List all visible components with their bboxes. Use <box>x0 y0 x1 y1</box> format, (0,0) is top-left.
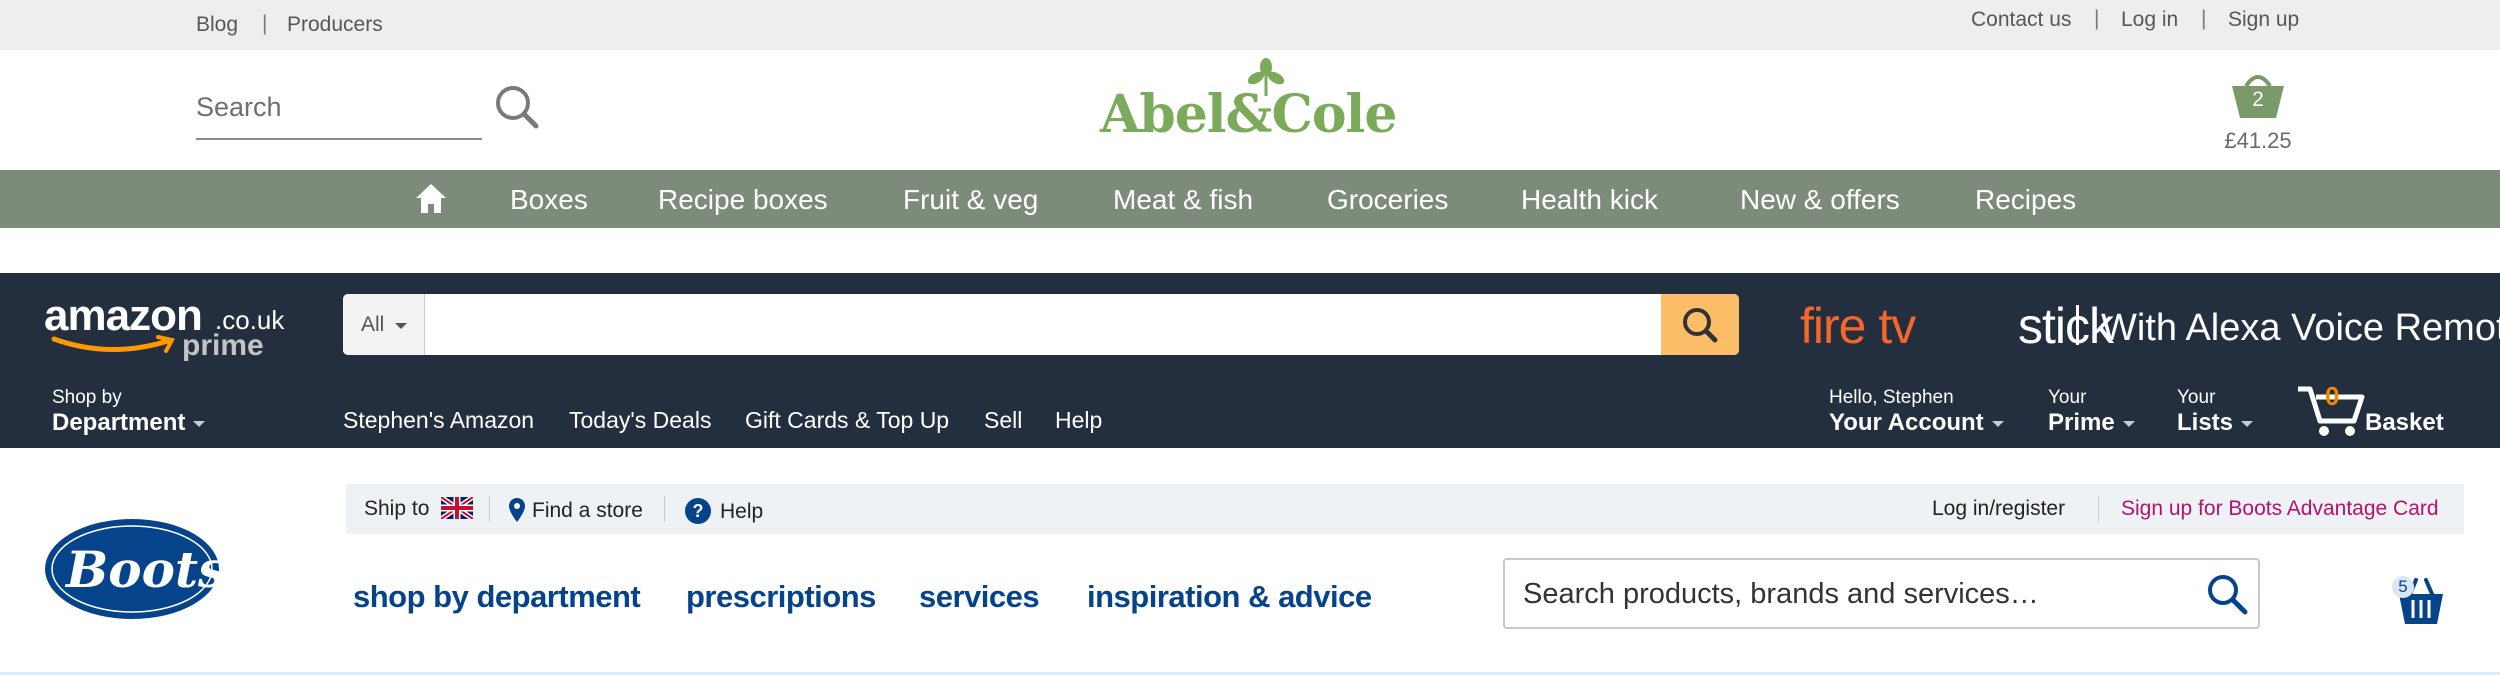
utility-divider <box>489 496 490 522</box>
account-label: Your Account <box>1829 409 2004 437</box>
chevron-down-icon <box>2122 420 2135 427</box>
ac-nav-health-kick[interactable]: Health kick <box>1521 184 1658 216</box>
chevron-down-icon <box>2241 420 2254 427</box>
login-register-link[interactable]: Log in/register <box>1932 497 2065 521</box>
help-link[interactable]: ? Help <box>684 497 763 525</box>
chevron-down-icon <box>193 420 206 427</box>
shop-by-line1: Shop by <box>52 387 122 408</box>
lists-label: Lists <box>2177 409 2254 437</box>
ac-nav-boxes[interactable]: Boxes <box>510 184 588 216</box>
cart-count: 0 <box>2325 381 2340 411</box>
uk-flag-icon <box>439 494 475 522</box>
prime-label: Prime <box>2048 409 2135 437</box>
search-category-label: All <box>361 313 385 336</box>
smile-arrow-icon <box>51 335 176 353</box>
boots-nav-shop-by-department[interactable]: shop by department <box>353 579 641 615</box>
amazon-prime-logo[interactable]: amazon .co.uk prime <box>44 291 294 362</box>
amazon-header: amazon .co.uk prime All fire tv stick Wi… <box>0 273 2500 448</box>
amazon-search-button[interactable] <box>1661 294 1739 355</box>
ac-nav-new-offers[interactable]: New & offers <box>1740 184 1900 216</box>
ac-signup-link[interactable]: Sign up <box>2228 8 2299 32</box>
ac-top-bar: Blog | Producers Contact us | Log in | S… <box>0 0 2500 50</box>
cart-label[interactable]: Basket <box>2365 409 2444 437</box>
ac-search-box <box>196 70 482 140</box>
boots-nav-prescriptions[interactable]: prescriptions <box>686 579 876 615</box>
nav-gift-cards[interactable]: Gift Cards & Top Up <box>745 407 949 434</box>
boots-basket-count: 5 <box>2392 576 2414 598</box>
search-icon[interactable] <box>2205 572 2249 616</box>
nav-stephens-amazon[interactable]: Stephen's Amazon <box>343 407 534 434</box>
ac-login-link[interactable]: Log in <box>2121 8 2178 32</box>
promo-stick: stick <box>2018 298 2114 354</box>
utility-divider <box>2098 496 2099 522</box>
ac-nav-meat-fish[interactable]: Meat & fish <box>1113 184 1253 216</box>
chevron-down-icon <box>1991 420 2004 427</box>
ac-basket-count: 2 <box>2252 88 2264 111</box>
abel-cole-header: Blog | Producers Contact us | Log in | S… <box>0 0 2500 273</box>
nav-help[interactable]: Help <box>1055 407 1102 434</box>
location-pin-icon <box>509 498 525 522</box>
ac-nav-groceries[interactable]: Groceries <box>1327 184 1448 216</box>
search-icon <box>1683 308 1718 343</box>
boots-nav-inspiration-advice[interactable]: inspiration & advice <box>1087 579 1372 615</box>
chevron-down-icon <box>395 323 407 329</box>
ac-blog-link[interactable]: Blog <box>196 13 238 37</box>
account-greeting: Hello, Stephen <box>1829 387 1954 408</box>
amazon-logo-text: amazon <box>44 291 203 340</box>
fire-tv-stick-promo[interactable]: fire tv stick With Alexa Voice Remote <box>1800 295 2500 355</box>
lists-line1: Your <box>2177 387 2216 408</box>
ac-producers-link[interactable]: Producers <box>287 13 383 37</box>
home-icon[interactable] <box>414 182 448 214</box>
ac-divider: | <box>2201 7 2207 30</box>
ac-divider: | <box>262 12 268 35</box>
ac-nav-fruit-veg[interactable]: Fruit & veg <box>903 184 1038 216</box>
help-icon: ? <box>685 498 711 524</box>
svg-text:?: ? <box>693 501 704 521</box>
boots-utility-bar: Ship to Find a store ? Help Log in/regis… <box>346 484 2464 534</box>
amazon-nav-row: Shop by Department Stephen's Amazon Toda… <box>0 377 2500 448</box>
ac-contact-link[interactable]: Contact us <box>1971 8 2071 32</box>
nav-todays-deals[interactable]: Today's Deals <box>569 407 711 434</box>
boots-logo-text: Boots <box>66 540 227 599</box>
shop-by-line2: Department <box>52 409 206 437</box>
find-a-store[interactable]: Find a store <box>508 497 643 523</box>
search-icon[interactable] <box>494 84 540 130</box>
abel-cole-logo[interactable]: Abel&Cole <box>1100 58 1420 148</box>
amazon-search-input[interactable] <box>425 294 1659 355</box>
promo-tagline: With Alexa Voice Remote <box>2101 307 2500 349</box>
amazon-search-bar: All <box>343 294 1739 355</box>
ac-basket-total[interactable]: £41.25 <box>2218 128 2298 154</box>
search-category-dropdown[interactable]: All <box>343 294 425 355</box>
boots-nav-services[interactable]: services <box>919 579 1040 615</box>
utility-divider <box>664 496 665 522</box>
ac-divider: | <box>2094 7 2100 30</box>
ac-search-input[interactable] <box>196 88 476 126</box>
promo-fire-tv: fire tv <box>1800 298 1916 354</box>
nav-sell[interactable]: Sell <box>984 407 1022 434</box>
advantage-card-link[interactable]: Sign up for Boots Advantage Card <box>2121 497 2439 521</box>
boots-header: Boots Ship to Find a store ? Help Log in… <box>0 448 2500 675</box>
abel-cole-logo-text: Abel&Cole <box>1100 84 1397 145</box>
prime-line1: Your <box>2048 387 2087 408</box>
ship-to[interactable]: Ship to <box>364 494 475 522</box>
promo-divider <box>2076 305 2079 345</box>
amazon-logo-prime: prime <box>182 329 264 362</box>
boots-search-box <box>1503 558 2260 629</box>
boots-search-input[interactable] <box>1523 576 2163 612</box>
ac-nav-recipe-boxes[interactable]: Recipe boxes <box>658 184 828 216</box>
ac-main-nav: Boxes Recipe boxes Fruit & veg Meat & fi… <box>0 170 2500 228</box>
ac-nav-recipes[interactable]: Recipes <box>1975 184 2076 216</box>
boots-logo[interactable]: Boots <box>44 518 226 620</box>
